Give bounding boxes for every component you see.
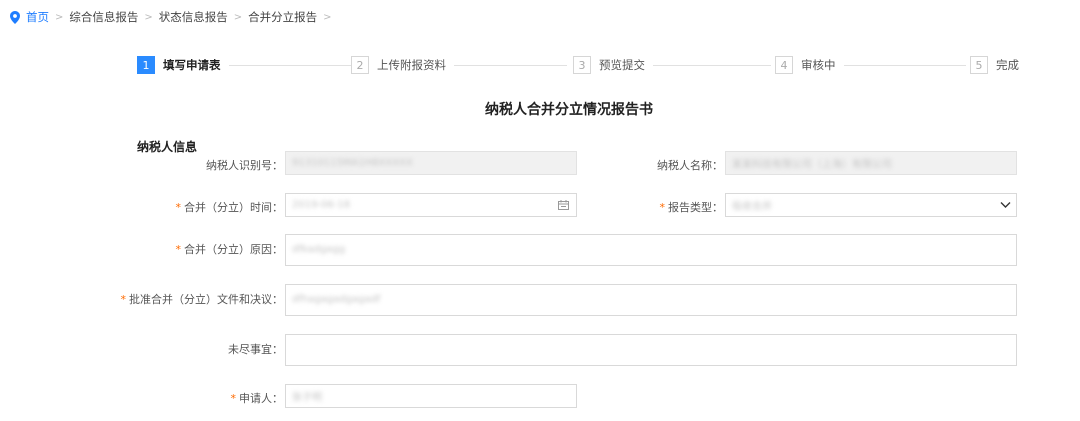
merge-reason-label: * 合并（分立）原因： — [175, 243, 284, 256]
required-mark: * — [175, 201, 182, 214]
report-type-value: 吸收合并 — [732, 201, 772, 213]
breadcrumb-home-link[interactable]: 首页 — [26, 9, 49, 25]
breadcrumb: 首页 > 综合信息报告 > 状态信息报告 > 合并分立报告 > — [10, 9, 338, 25]
step-connector — [841, 65, 966, 66]
taxpayer-name-label: 纳税人名称： — [657, 159, 723, 172]
merge-time-datepicker[interactable]: 2019-06-18 — [285, 193, 577, 217]
applicant-label: * 申请人： — [230, 392, 284, 405]
location-pin-icon — [10, 10, 20, 24]
breadcrumb-merge-split-report: 合并分立报告 — [248, 10, 318, 24]
breadcrumb-status-report-link[interactable]: 状态信息报告 — [159, 9, 228, 25]
applicant-input[interactable]: 张子明 — [285, 384, 577, 408]
step-number: 3 — [573, 56, 591, 74]
step-upload-attachments: 2 上传附报资料 — [351, 56, 454, 74]
approval-doc-textarea[interactable]: dfhagagadgagadf — [285, 284, 1017, 316]
taxpayer-id-field: 91310115MA1H8XXXXX — [285, 151, 577, 175]
required-mark: * — [120, 293, 127, 306]
merge-reason-textarea[interactable]: dfkadgagg — [285, 234, 1017, 266]
approval-doc-label: * 批准合并（分立）文件和决议： — [120, 293, 284, 306]
pending-matters-label: 未尽事宜： — [228, 343, 283, 356]
merge-time-value: 2019-06-18 — [292, 199, 351, 211]
taxpayer-name-field: 某某科技有限公司（上海）有限公司 — [725, 151, 1017, 175]
step-fill-application: 1 填写申请表 — [137, 56, 229, 74]
approval-doc-value: dfhagagadgagadf — [292, 294, 381, 305]
form-title: 纳税人合并分立情况报告书 — [485, 102, 653, 118]
step-number: 1 — [137, 56, 155, 74]
taxpayer-name-value: 某某科技有限公司（上海）有限公司 — [732, 159, 892, 171]
calendar-icon[interactable] — [558, 200, 569, 210]
required-mark: * — [230, 392, 237, 405]
breadcrumb-separator: > — [144, 11, 153, 23]
step-label: 填写申请表 — [163, 58, 221, 72]
merge-time-label: * 合并（分立）时间： — [175, 201, 284, 214]
pending-matters-textarea[interactable] — [285, 334, 1017, 366]
step-connector — [649, 65, 771, 66]
step-label: 预览提交 — [599, 58, 645, 72]
step-preview-submit: 3 预览提交 — [573, 56, 653, 74]
step-label: 审核中 — [801, 58, 836, 72]
taxpayer-id-value: 91310115MA1H8XXXXX — [292, 157, 413, 169]
required-mark: * — [659, 201, 666, 214]
required-mark: * — [175, 243, 182, 256]
step-under-review: 4 审核中 — [775, 56, 844, 74]
step-number: 4 — [775, 56, 793, 74]
report-type-select[interactable]: 吸收合并 — [725, 193, 1017, 217]
breadcrumb-comprehensive-report-link[interactable]: 综合信息报告 — [69, 9, 138, 25]
step-number: 5 — [970, 56, 988, 74]
breadcrumb-separator: > — [55, 11, 64, 23]
step-connector — [447, 65, 567, 66]
chevron-down-icon[interactable] — [1000, 202, 1011, 209]
step-label: 完成 — [996, 58, 1019, 72]
step-connector — [227, 65, 351, 66]
merge-reason-value: dfkadgagg — [292, 244, 346, 255]
step-number: 2 — [351, 56, 369, 74]
report-type-label: * 报告类型： — [659, 201, 724, 214]
taxpayer-id-label: 纳税人识别号： — [206, 159, 283, 172]
step-label: 上传附报资料 — [377, 58, 446, 72]
breadcrumb-separator: > — [233, 11, 243, 23]
applicant-value: 张子明 — [292, 392, 322, 404]
step-complete: 5 完成 — [970, 56, 1027, 74]
progress-steps: 1 填写申请表 2 上传附报资料 3 预览提交 4 审核中 5 完成 — [137, 56, 1027, 74]
section-title-taxpayer-info: 纳税人信息 — [137, 140, 198, 154]
breadcrumb-separator: > — [323, 11, 332, 23]
